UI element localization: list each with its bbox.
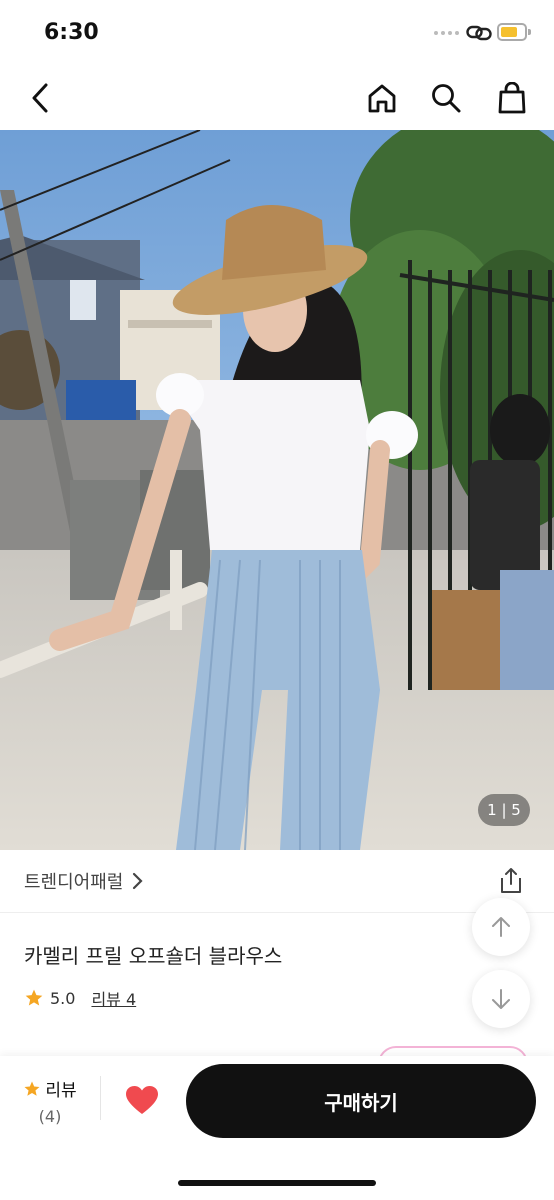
arrow-down-icon: [492, 989, 510, 1009]
chevron-right-icon: [133, 872, 143, 890]
status-bar: 6:30: [0, 0, 554, 66]
review-label: 리뷰: [45, 1081, 77, 1101]
link-icon: [466, 25, 492, 41]
seller-link[interactable]: 트렌디어패럴: [24, 868, 143, 894]
home-button[interactable]: [364, 80, 400, 116]
scroll-up-button[interactable]: [472, 898, 530, 956]
review-button[interactable]: 리뷰 (4): [18, 1076, 82, 1126]
bottom-action-bar: 리뷰 (4) 구매하기: [0, 1056, 554, 1200]
review-count: (4): [38, 1107, 62, 1126]
home-icon: [368, 84, 396, 113]
cart-button[interactable]: [494, 80, 530, 116]
rating-value: 5.0: [50, 988, 76, 1008]
share-icon: [501, 868, 521, 893]
signal-icon: [434, 31, 459, 35]
buy-button[interactable]: 구매하기: [186, 1064, 536, 1138]
status-time: 6:30: [44, 20, 99, 45]
scroll-down-button[interactable]: [472, 970, 530, 1028]
review-link[interactable]: 리뷰 4: [91, 986, 136, 1010]
search-button[interactable]: [428, 80, 464, 116]
divider: [0, 912, 554, 913]
arrow-up-icon: [492, 917, 510, 937]
image-counter: 1 | 5: [478, 794, 530, 826]
search-icon: [432, 84, 461, 113]
back-icon: [32, 83, 48, 113]
bag-icon: [498, 82, 526, 114]
back-button[interactable]: [22, 80, 58, 116]
product-photo: [0, 130, 554, 850]
home-indicator: [178, 1180, 376, 1186]
battery-icon: [497, 23, 527, 41]
share-button[interactable]: [496, 866, 526, 900]
star-icon: [24, 1081, 40, 1096]
seller-name: 트렌디어패럴: [24, 872, 124, 893]
product-image[interactable]: [0, 130, 554, 850]
heart-icon: [126, 1086, 158, 1114]
product-title: 카멜리 프릴 오프숄더 블라우스: [24, 944, 283, 968]
like-button[interactable]: [120, 1078, 164, 1122]
rating-row: 5.0 리뷰 4: [24, 986, 136, 1010]
star-icon: [25, 989, 43, 1006]
divider: [100, 1076, 101, 1120]
top-nav: [0, 66, 554, 130]
